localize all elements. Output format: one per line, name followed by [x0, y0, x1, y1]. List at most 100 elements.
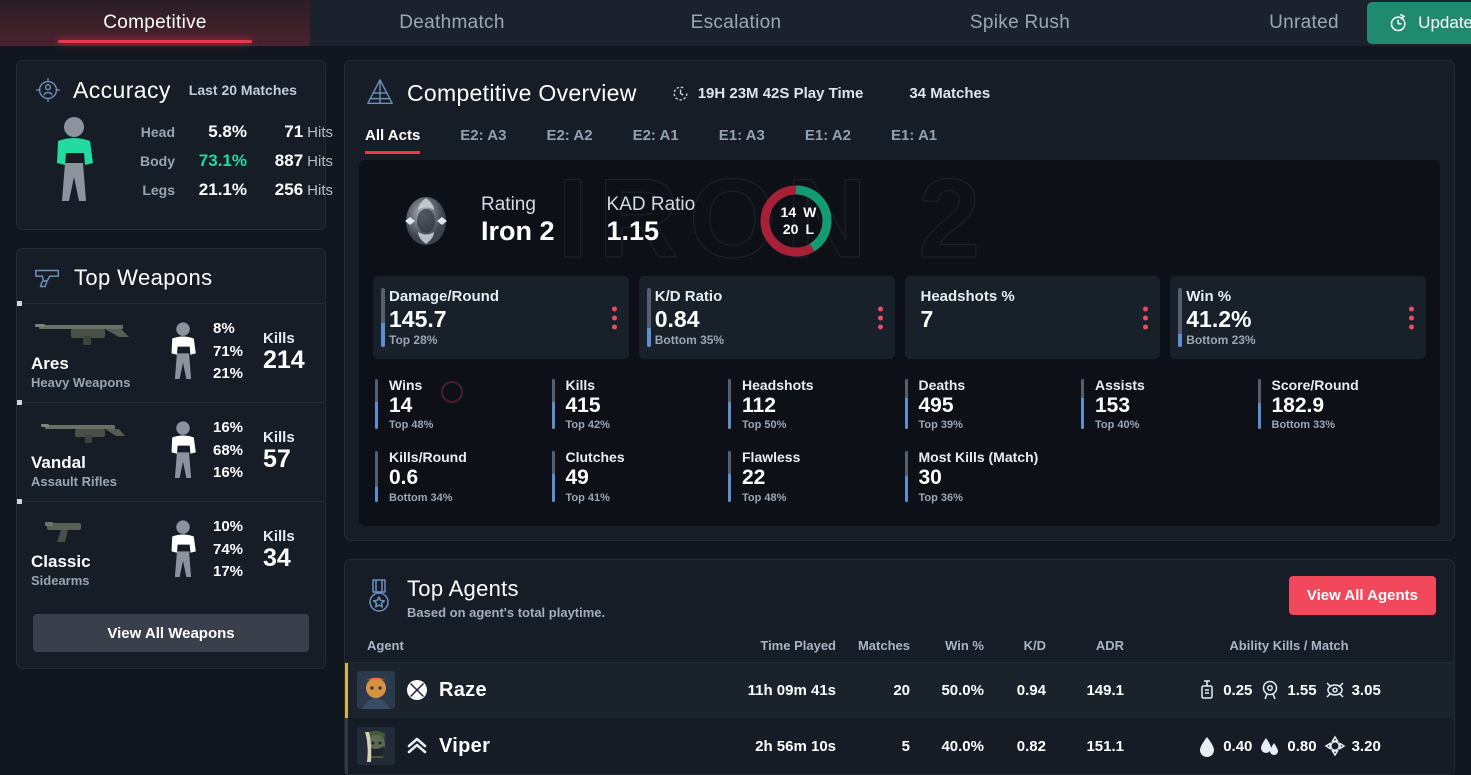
- ability-value: 0.80: [1287, 737, 1317, 755]
- accuracy-body: Head 5.8% 71 Hits Body 73.1% 887 Hits Le…: [17, 109, 333, 229]
- stat-label: Assists: [1095, 377, 1145, 394]
- stat-value: 415: [565, 394, 601, 418]
- stat-card-menu-icon[interactable]: [611, 306, 617, 330]
- weapon-category: Assault Rifles: [31, 474, 117, 489]
- stat-percentile: Top 42%: [565, 419, 610, 432]
- percentile-accent-bar: [904, 379, 908, 430]
- weapon-kills: Kills 214: [263, 330, 315, 373]
- stat-value: 153: [1095, 394, 1131, 418]
- act-tab-e2-a2[interactable]: E2: A2: [546, 121, 592, 154]
- stat-card-menu-icon[interactable]: [877, 306, 883, 330]
- stat-card-kd-ratio[interactable]: K/D Ratio 0.84 Bottom 35%: [638, 276, 895, 360]
- act-tab-e1-a1[interactable]: E1: A1: [891, 121, 937, 154]
- agent-accent-bar: [345, 718, 348, 775]
- table-row[interactable]: Viper 2h 56m 10s 5 40.0% 0.82 151.1 0.40…: [345, 718, 1454, 775]
- ability-stat: 0.80: [1259, 735, 1317, 757]
- ability-stat: 0.40: [1197, 735, 1253, 758]
- update-button[interactable]: Update: [1367, 2, 1471, 44]
- ability-stat: 1.55: [1259, 679, 1317, 701]
- stat-card-value: 41.2%: [1186, 306, 1252, 332]
- weapon-kills-value: 214: [263, 346, 305, 375]
- agent-name: Raze: [439, 678, 487, 701]
- weapon-category: Heavy Weapons: [31, 375, 131, 390]
- agents-header-row: Agent Time Played Matches Win % K/D ADR …: [345, 633, 1454, 663]
- agent-win-pct: 40.0%: [941, 737, 984, 755]
- stat-label: Headshots: [742, 377, 814, 394]
- weapon-row[interactable]: Ares Heavy Weapons 8% 71% 21% Kills 214: [17, 301, 325, 402]
- stat-card-label: Damage/Round: [389, 288, 500, 305]
- kad-label: KAD Ratio: [606, 194, 696, 216]
- nav-tab-spike-rush[interactable]: Spike Rush: [878, 0, 1162, 46]
- accuracy-hits-value: 71: [284, 122, 304, 141]
- agent-cell: Raze: [345, 662, 718, 719]
- overview-stats-panel: IRON 2 Rating Iron 2 KAD Ratio 1.15 14 W…: [359, 160, 1440, 526]
- view-all-agents-button[interactable]: View All Agents: [1288, 575, 1436, 615]
- agent-adr: 151.1: [1086, 737, 1124, 755]
- agent-win-pct: 50.0%: [941, 681, 984, 699]
- rank-pyramid-icon: [365, 77, 395, 109]
- ability-value: 1.55: [1287, 681, 1317, 699]
- boom-bot-icon: [1197, 679, 1217, 701]
- mode-nav-bar: Competitive Deathmatch Escalation Spike …: [0, 0, 1471, 46]
- raze-blast-icon: [405, 678, 429, 702]
- percentile-accent-bar: [1257, 379, 1261, 430]
- decorative-ring: [441, 381, 463, 404]
- stat-card-label: Win %: [1186, 288, 1232, 305]
- stat-card-win-pct[interactable]: Win % 41.2% Bottom 23%: [1170, 276, 1426, 360]
- nav-tab-label: Deathmatch: [399, 12, 505, 33]
- nav-tab-label: Unrated: [1269, 12, 1339, 33]
- percentile-accent-bar: [551, 451, 555, 502]
- accuracy-subtitle: Last 20 Matches: [188, 82, 297, 98]
- weapon-hit-pcts: 10% 74% 17%: [213, 516, 253, 584]
- stat-card-label: Headshots %: [920, 288, 1015, 305]
- stat-value: 49: [565, 466, 589, 490]
- accuracy-card: Accuracy Last 20 Matches Head 5.8% 71 Hi…: [16, 60, 333, 230]
- stat-card-label: K/D Ratio: [654, 288, 723, 305]
- overview-playtime-text: 19H 23M 42S Play Time: [697, 84, 864, 102]
- weapon-kills-label: Kills: [263, 330, 295, 348]
- weapon-row[interactable]: Classic Sidearms 10% 74% 17% Kills 34: [17, 499, 325, 600]
- weapon-body-pct: 71%: [213, 342, 244, 360]
- stat-card-menu-icon[interactable]: [1409, 306, 1414, 330]
- percentile-accent-bar: [646, 288, 651, 348]
- table-row[interactable]: Raze 11h 09m 41s 20 50.0% 0.94 149.1 0.2…: [345, 662, 1454, 719]
- losses-label: L: [805, 221, 814, 237]
- act-tabs: All Acts E2: A3 E2: A2 E2: A1 E1: A3 E1:…: [345, 109, 1454, 154]
- weapon-body-figure-icon: [163, 321, 203, 383]
- act-tab-e1-a3[interactable]: E1: A3: [719, 121, 765, 154]
- ability-value: 0.40: [1223, 737, 1253, 755]
- stat-value: 112: [742, 394, 776, 418]
- nav-tab-competitive[interactable]: Competitive: [0, 0, 310, 46]
- stat-card-damage-round[interactable]: Damage/Round 145.7 Top 28%: [373, 276, 629, 360]
- agent-time-played: 11h 09m 41s: [747, 681, 836, 699]
- stat-card-headshots-pct[interactable]: Headshots % 7: [904, 276, 1161, 360]
- stat-card-value: 7: [920, 306, 934, 332]
- wins-label: W: [803, 203, 817, 220]
- kad-block: KAD Ratio 1.15: [607, 194, 696, 247]
- act-tab-e2-a3[interactable]: E2: A3: [460, 121, 506, 154]
- stat-percentile: Bottom 34%: [389, 491, 453, 504]
- accuracy-row-label: Legs: [142, 182, 175, 198]
- weapon-image-vandal: [31, 413, 163, 449]
- weapon-legs-pct: 16%: [213, 464, 244, 482]
- stat-percentile: Top 48%: [389, 419, 434, 432]
- pistol-icon: [33, 266, 63, 290]
- act-tab-e2-a1[interactable]: E2: A1: [633, 121, 679, 154]
- nav-tab-deathmatch[interactable]: Deathmatch: [310, 0, 594, 46]
- weapon-image-ares: [31, 314, 163, 350]
- nav-tab-escalation[interactable]: Escalation: [594, 0, 878, 46]
- accuracy-row-hits: 71 Hits: [247, 122, 333, 142]
- percentile-accent-bar: [381, 288, 385, 348]
- view-all-weapons-button[interactable]: View All Weapons: [33, 614, 309, 652]
- act-tab-e1-a2[interactable]: E1: A2: [805, 121, 851, 154]
- col-win-pct: Win %: [910, 633, 984, 663]
- top-agents-title: Top Agents: [407, 575, 519, 601]
- overview-playtime: 19H 23M 42S Play Time: [671, 84, 864, 103]
- act-tab-all-acts[interactable]: All Acts: [365, 121, 421, 154]
- stat-card-menu-icon[interactable]: [1143, 306, 1149, 330]
- weapon-row[interactable]: Vandal Assault Rifles 16% 68% 16% Kills …: [17, 400, 325, 501]
- agents-table-head: Agent Time Played Matches Win % K/D ADR …: [345, 633, 1454, 663]
- weapon-name: Ares: [31, 354, 69, 373]
- weapon-body-pct: 68%: [213, 441, 244, 459]
- overview-matches: 34 Matches: [909, 84, 991, 102]
